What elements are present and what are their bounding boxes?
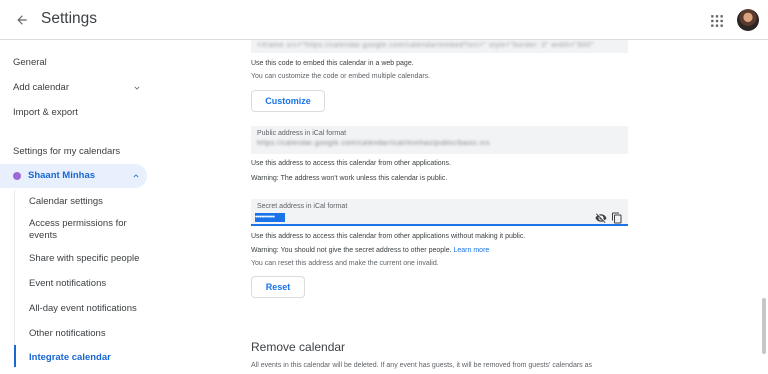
sidebar-item-all-day-notifications[interactable]: All-day event notifications xyxy=(29,303,137,315)
sidebar-item-integrate-calendar[interactable]: Integrate calendar xyxy=(29,352,111,364)
public-address-help: Use this address to access this calendar… xyxy=(251,160,451,167)
active-indicator xyxy=(14,345,16,367)
public-address-warning: Warning: The address won't work unless t… xyxy=(251,175,448,182)
secret-address-value[interactable]: •••••••••• xyxy=(255,213,285,222)
sidebar-item-import-export[interactable]: Import & export xyxy=(13,107,78,118)
embed-code-value: <iframe src="https://calendar.google.com… xyxy=(257,42,594,49)
learn-more-link[interactable]: Learn more xyxy=(454,247,490,254)
secret-address-warning: Warning: You should not give the secret … xyxy=(251,247,452,254)
settings-main: <iframe src="https://calendar.google.com… xyxy=(160,40,768,374)
arrow-back-icon xyxy=(17,15,27,25)
sidebar-tree-line xyxy=(14,190,15,368)
apps-grid-icon xyxy=(711,15,723,27)
embed-code-field[interactable]: <iframe src="https://calendar.google.com… xyxy=(251,40,628,53)
public-address-value: https://calendar.google.com/calendar/ica… xyxy=(257,140,490,147)
calendar-color-dot xyxy=(13,172,21,180)
calendar-name: Shaant Minhas xyxy=(28,170,96,181)
apps-button[interactable] xyxy=(707,11,727,31)
embed-help-text-secondary: You can customize the code or embed mult… xyxy=(251,73,431,80)
remove-calendar-help: All events in this calendar will be dele… xyxy=(251,362,593,369)
public-address-label: Public address in iCal format xyxy=(257,130,347,137)
sidebar-item-access-permissions[interactable]: Access permissions for events xyxy=(29,218,144,242)
page-title: Settings xyxy=(41,10,98,27)
sidebar-item-add-calendar[interactable]: Add calendar xyxy=(13,82,69,93)
sidebar-item-calendar-settings[interactable]: Calendar settings xyxy=(29,196,103,208)
customize-button[interactable]: Customize xyxy=(251,90,325,112)
settings-sidebar: General Add calendar Import & export Set… xyxy=(0,40,160,374)
secret-address-warning-line: Warning: You should not give the secret … xyxy=(251,247,489,254)
chevron-down-icon[interactable] xyxy=(132,83,142,93)
secret-address-field[interactable]: Secret address in iCal format •••••••••• xyxy=(251,199,628,226)
sidebar-item-share-specific-people[interactable]: Share with specific people xyxy=(29,253,139,265)
scrollbar-thumb[interactable] xyxy=(762,298,766,354)
sidebar-item-general[interactable]: General xyxy=(13,57,47,68)
copy-icon[interactable] xyxy=(611,212,623,224)
public-address-field[interactable]: Public address in iCal format https://ca… xyxy=(251,126,628,154)
visibility-off-icon[interactable] xyxy=(595,212,607,224)
back-button[interactable] xyxy=(10,8,34,32)
top-app-bar: Settings xyxy=(0,0,768,40)
sidebar-section-heading: Settings for my calendars xyxy=(13,146,121,157)
secret-address-label: Secret address in iCal format xyxy=(257,203,348,210)
account-avatar[interactable] xyxy=(737,9,759,31)
sidebar-calendar-shaant-minhas[interactable]: Shaant Minhas xyxy=(0,164,147,188)
embed-help-text: Use this code to embed this calendar in … xyxy=(251,60,414,67)
reset-button[interactable]: Reset xyxy=(251,276,305,298)
sidebar-item-other-notifications[interactable]: Other notifications xyxy=(29,328,106,340)
reset-help-text: You can reset this address and make the … xyxy=(251,260,439,267)
sidebar-item-event-notifications[interactable]: Event notifications xyxy=(29,278,106,290)
remove-calendar-title: Remove calendar xyxy=(251,340,346,354)
chevron-up-icon[interactable] xyxy=(131,171,141,181)
secret-address-help: Use this address to access this calendar… xyxy=(251,233,526,240)
